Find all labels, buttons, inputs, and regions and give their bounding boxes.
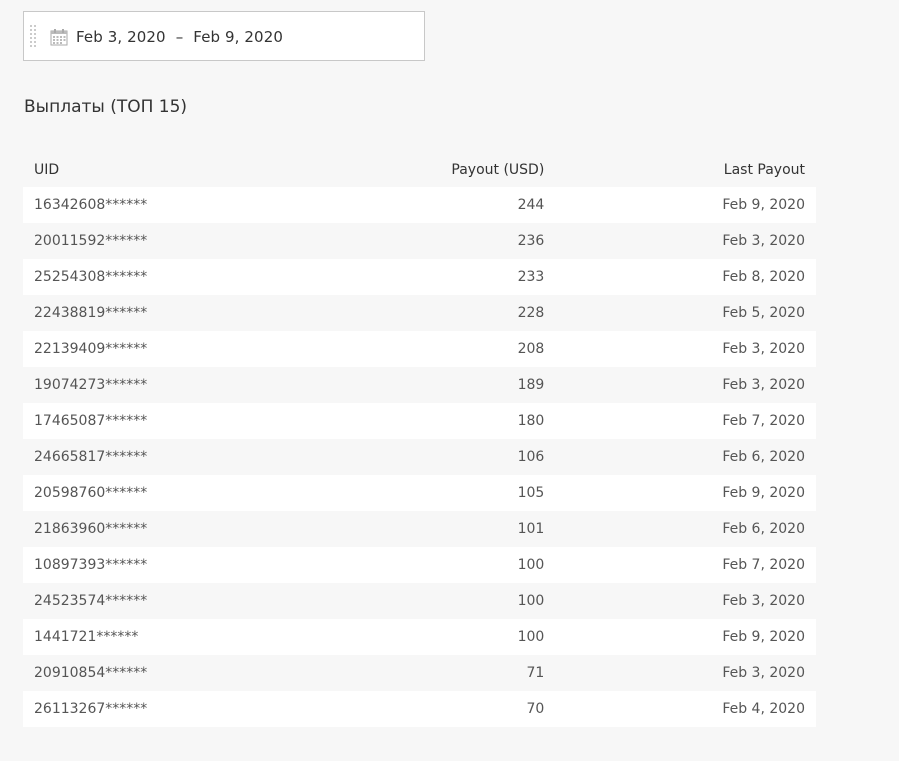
table-row: 16342608****** 244 Feb 9, 2020 [23,187,816,223]
cell-last-payout: Feb 9, 2020 [722,629,805,645]
table-row: 24523574****** 100 Feb 3, 2020 [23,583,816,619]
cell-uid: 20910854****** [34,665,148,681]
table-row: 19074273****** 189 Feb 3, 2020 [23,367,816,403]
table-row: 25254308****** 233 Feb 8, 2020 [23,259,816,295]
cell-last-payout: Feb 7, 2020 [722,413,805,429]
cell-payout: 100 [517,557,545,573]
table-row: 22139409****** 208 Feb 3, 2020 [23,331,816,367]
cell-payout: 236 [517,233,545,249]
table-row: 1441721****** 100 Feb 9, 2020 [23,619,816,655]
cell-uid: 20598760****** [34,485,148,501]
cell-last-payout: Feb 3, 2020 [722,665,805,681]
date-range-text[interactable]: Feb 3, 2020– Feb 9, 2020 [76,28,283,46]
cell-last-payout: Feb 9, 2020 [722,485,805,501]
date-range-separator: – [175,28,184,46]
cell-payout: 100 [517,593,545,609]
date-range-end: Feb 9, 2020 [193,28,283,46]
cell-uid: 1441721****** [34,629,139,645]
cell-uid: 24665817****** [34,449,148,465]
cell-payout: 244 [517,197,545,213]
cell-payout: 71 [526,665,545,681]
cell-last-payout: Feb 3, 2020 [722,377,805,393]
cell-payout: 228 [517,305,545,321]
section-title: Выплаты (ТОП 15) [24,97,188,117]
cell-last-payout: Feb 4, 2020 [722,701,805,717]
cell-last-payout: Feb 8, 2020 [722,269,805,285]
cell-last-payout: Feb 6, 2020 [722,521,805,537]
cell-payout: 100 [517,629,545,645]
calendar-icon [50,29,68,46]
cell-last-payout: Feb 3, 2020 [722,593,805,609]
cell-uid: 17465087****** [34,413,148,429]
cell-last-payout: Feb 3, 2020 [722,233,805,249]
cell-uid: 20011592****** [34,233,148,249]
cell-payout: 101 [517,521,545,537]
cell-payout: 70 [526,701,545,717]
cell-last-payout: Feb 6, 2020 [722,449,805,465]
table-row: 20011592****** 236 Feb 3, 2020 [23,223,816,259]
cell-uid: 19074273****** [34,377,148,393]
column-header-payout: Payout (USD) [451,162,545,178]
cell-uid: 22438819****** [34,305,148,321]
table-row: 22438819****** 228 Feb 5, 2020 [23,295,816,331]
table-row: 20910854****** 71 Feb 3, 2020 [23,655,816,691]
cell-last-payout: Feb 9, 2020 [722,197,805,213]
cell-uid: 24523574****** [34,593,148,609]
column-header-last-payout: Last Payout [723,162,805,178]
date-range-picker[interactable]: Feb 3, 2020– Feb 9, 2020 [23,11,425,61]
cell-uid: 26113267****** [34,701,148,717]
table-row: 24665817****** 106 Feb 6, 2020 [23,439,816,475]
cell-last-payout: Feb 7, 2020 [722,557,805,573]
cell-payout: 189 [517,377,545,393]
cell-payout: 233 [517,269,545,285]
table-row: 21863960****** 101 Feb 6, 2020 [23,511,816,547]
cell-uid: 21863960****** [34,521,148,537]
cell-uid: 10897393****** [34,557,148,573]
cell-last-payout: Feb 5, 2020 [722,305,805,321]
cell-last-payout: Feb 3, 2020 [722,341,805,357]
column-header-uid: UID [34,162,60,178]
cell-uid: 16342608****** [34,197,148,213]
table-row: 10897393****** 100 Feb 7, 2020 [23,547,816,583]
cell-uid: 25254308****** [34,269,148,285]
cell-uid: 22139409****** [34,341,148,357]
table-row: 26113267****** 70 Feb 4, 2020 [23,691,816,727]
cell-payout: 180 [517,413,545,429]
drag-handle-icon[interactable] [29,24,37,49]
payouts-table: UID Payout (USD) Last Payout 16342608***… [23,153,816,727]
cell-payout: 106 [517,449,545,465]
table-header-row: UID Payout (USD) Last Payout [23,153,816,187]
cell-payout: 105 [517,485,545,501]
table-row: 20598760****** 105 Feb 9, 2020 [23,475,816,511]
date-range-start: Feb 3, 2020 [76,28,166,46]
table-row: 17465087****** 180 Feb 7, 2020 [23,403,816,439]
cell-payout: 208 [517,341,545,357]
